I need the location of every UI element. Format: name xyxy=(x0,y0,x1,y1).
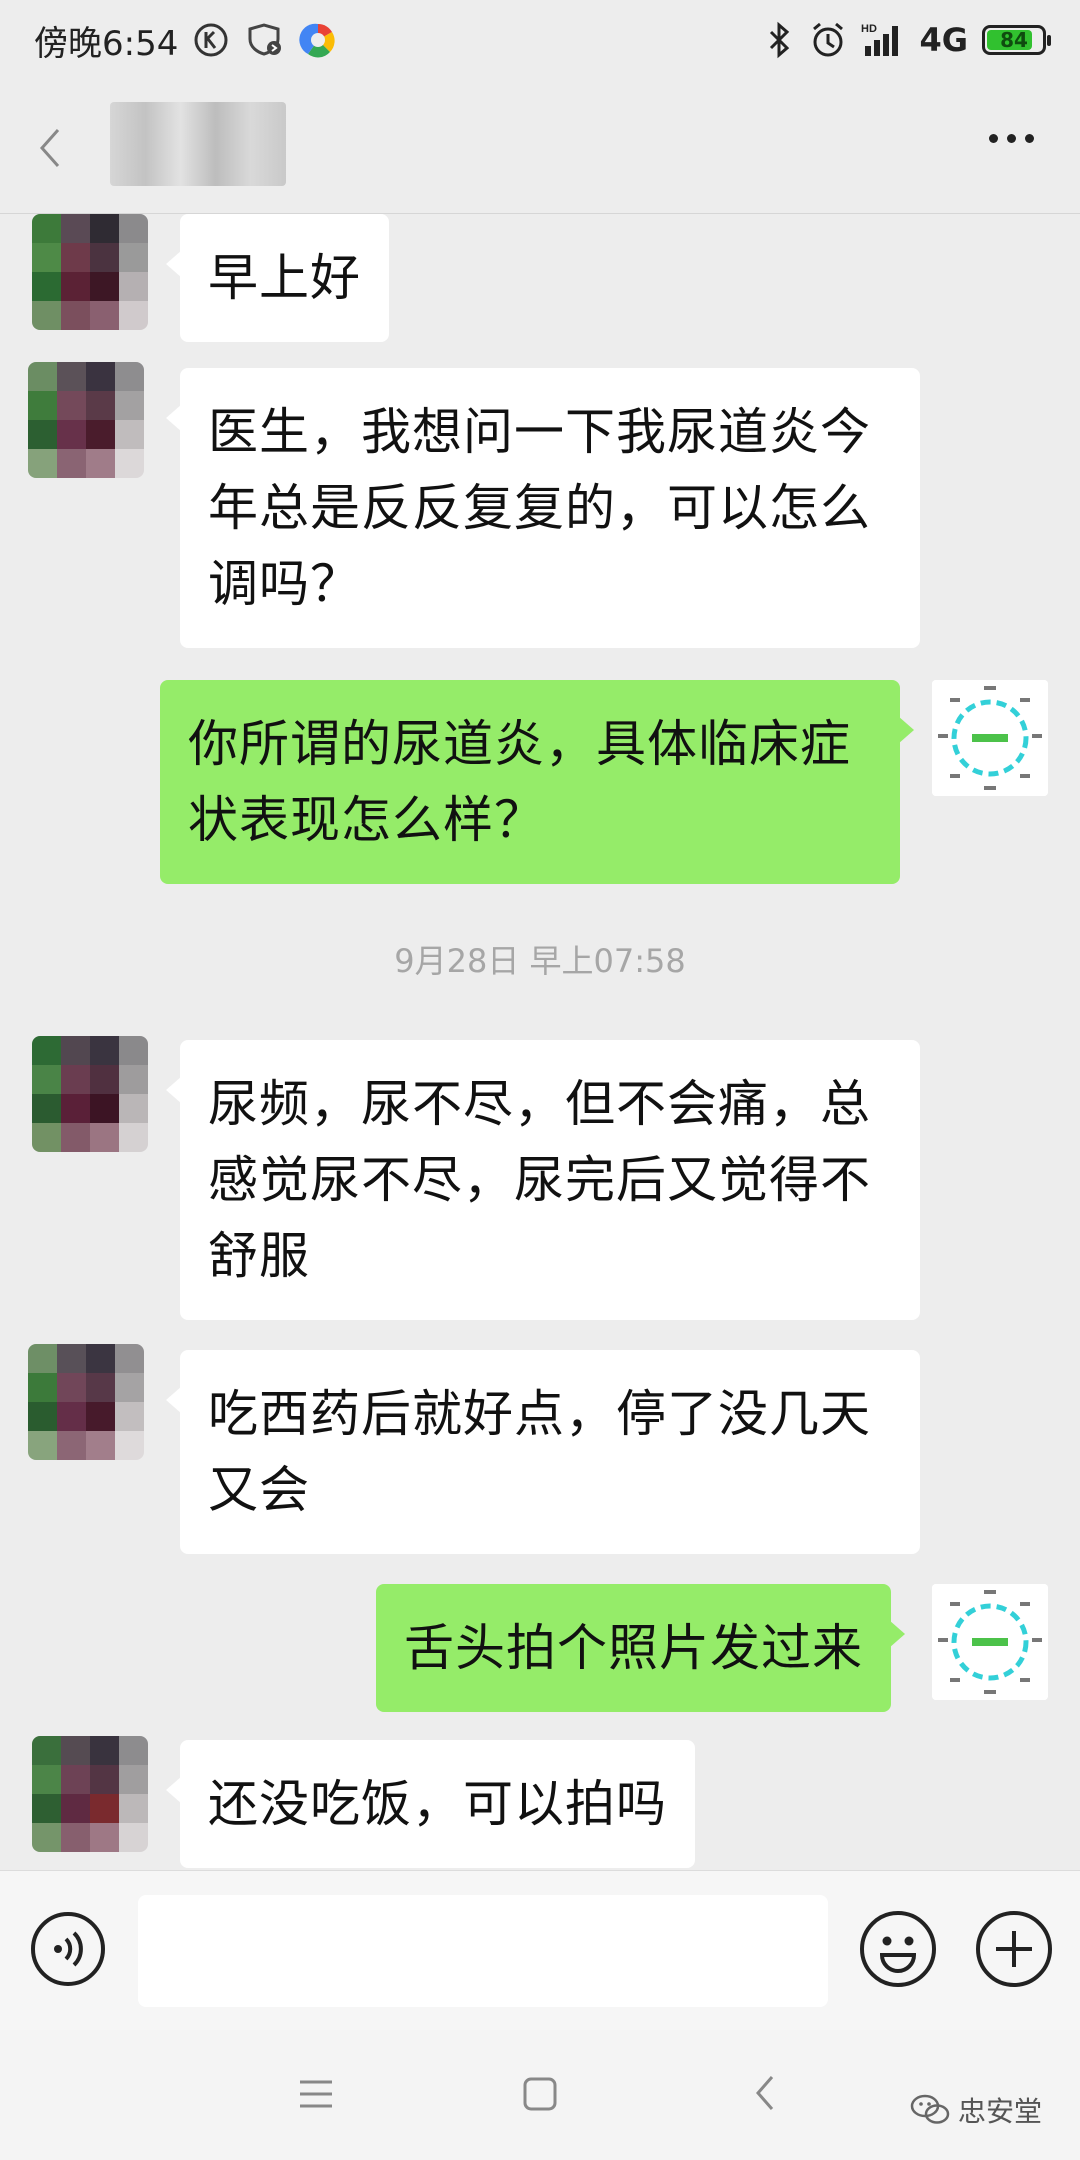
message-bubble-self[interactable]: 舌头拍个照片发过来 xyxy=(376,1584,905,1712)
status-bar: 傍晚6:54 HD 4G 84 xyxy=(0,0,1080,80)
system-nav-bar: 忠安堂 xyxy=(0,2030,1080,2160)
message-text: 吃西药后就好点，停了没几天又会 xyxy=(208,1385,871,1519)
message-bubble[interactable]: 尿频，尿不尽，但不会痛，总感觉尿不尽，尿完后又觉得不舒服 xyxy=(166,1040,920,1320)
input-bar xyxy=(0,1870,1080,2030)
shield-notify-icon xyxy=(244,21,284,59)
watermark-text: 忠安堂 xyxy=(958,2095,1043,2128)
clock-logo-icon xyxy=(932,680,1048,796)
plus-icon xyxy=(976,1911,1052,1987)
timestamp: 9月28日 早上07:58 xyxy=(394,942,686,980)
home-icon[interactable] xyxy=(522,2076,558,2116)
more-options-icon[interactable] xyxy=(989,134,1034,143)
self-avatar[interactable] xyxy=(932,680,1048,796)
signal-icon: HD xyxy=(861,22,905,58)
alarm-icon xyxy=(809,20,847,60)
voice-icon xyxy=(31,1912,105,1986)
watermark: 忠安堂 xyxy=(910,2090,1042,2130)
message-input[interactable] xyxy=(138,1895,828,2007)
message-bubble[interactable]: 吃西药后就好点，停了没几天又会 xyxy=(166,1350,920,1554)
battery-icon: 84 xyxy=(982,25,1051,55)
clock-logo-icon xyxy=(932,1584,1048,1700)
nav-back-icon[interactable] xyxy=(754,2074,776,2116)
message-bubble[interactable]: 还没吃饭，可以拍吗 xyxy=(166,1740,695,1868)
status-time: 傍晚6:54 xyxy=(34,23,179,64)
network-type: 4G xyxy=(919,21,968,59)
contact-avatar[interactable] xyxy=(32,214,148,330)
chat-header: ████ xyxy=(0,80,1080,214)
contact-avatar[interactable] xyxy=(32,1036,148,1152)
contact-name: ████ xyxy=(110,102,286,186)
message-text: 尿频，尿不尽，但不会痛，总感觉尿不尽，尿完后又觉得不舒服 xyxy=(208,1075,871,1285)
message-text: 舌头拍个照片发过来 xyxy=(404,1619,863,1677)
contact-avatar[interactable] xyxy=(28,362,144,478)
status-right: HD 4G 84 xyxy=(765,20,1051,60)
k-app-icon xyxy=(192,21,230,59)
emoji-button[interactable] xyxy=(858,1909,938,1993)
message-bubble[interactable]: 医生，我想问一下我尿道炎今年总是反反复复的，可以怎么调吗？ xyxy=(166,368,920,648)
contact-avatar[interactable] xyxy=(28,1344,144,1460)
back-arrow-icon[interactable] xyxy=(38,126,62,174)
voice-input-button[interactable] xyxy=(30,1911,106,1991)
message-text: 医生，我想问一下我尿道炎今年总是反反复复的，可以怎么调吗？ xyxy=(208,403,871,613)
message-bubble[interactable]: 早上好 xyxy=(166,214,389,342)
message-text: 早上好 xyxy=(208,249,361,307)
battery-level: 84 xyxy=(1000,28,1028,52)
wechat-logo-icon xyxy=(910,2094,950,2124)
menu-icon[interactable] xyxy=(298,2078,334,2114)
status-left: 傍晚6:54 xyxy=(34,16,338,65)
bluetooth-icon xyxy=(765,20,795,60)
emoji-icon xyxy=(860,1911,936,1987)
contact-avatar[interactable] xyxy=(32,1736,148,1852)
svg-text:HD: HD xyxy=(861,23,877,35)
colorful-app-icon xyxy=(298,20,338,60)
message-bubble-self[interactable]: 你所谓的尿道炎，具体临床症状表现怎么样？ xyxy=(160,680,914,884)
more-functions-button[interactable] xyxy=(974,1909,1054,1993)
self-avatar[interactable] xyxy=(932,1584,1048,1700)
chat-area[interactable]: 早上好 医生，我想问一下我尿道炎今年总是反反复复的，可以怎么调吗？ 你所谓的尿道… xyxy=(0,214,1080,1870)
message-text: 还没吃饭，可以拍吗 xyxy=(208,1775,667,1833)
message-text: 你所谓的尿道炎，具体临床症状表现怎么样？ xyxy=(188,715,851,849)
